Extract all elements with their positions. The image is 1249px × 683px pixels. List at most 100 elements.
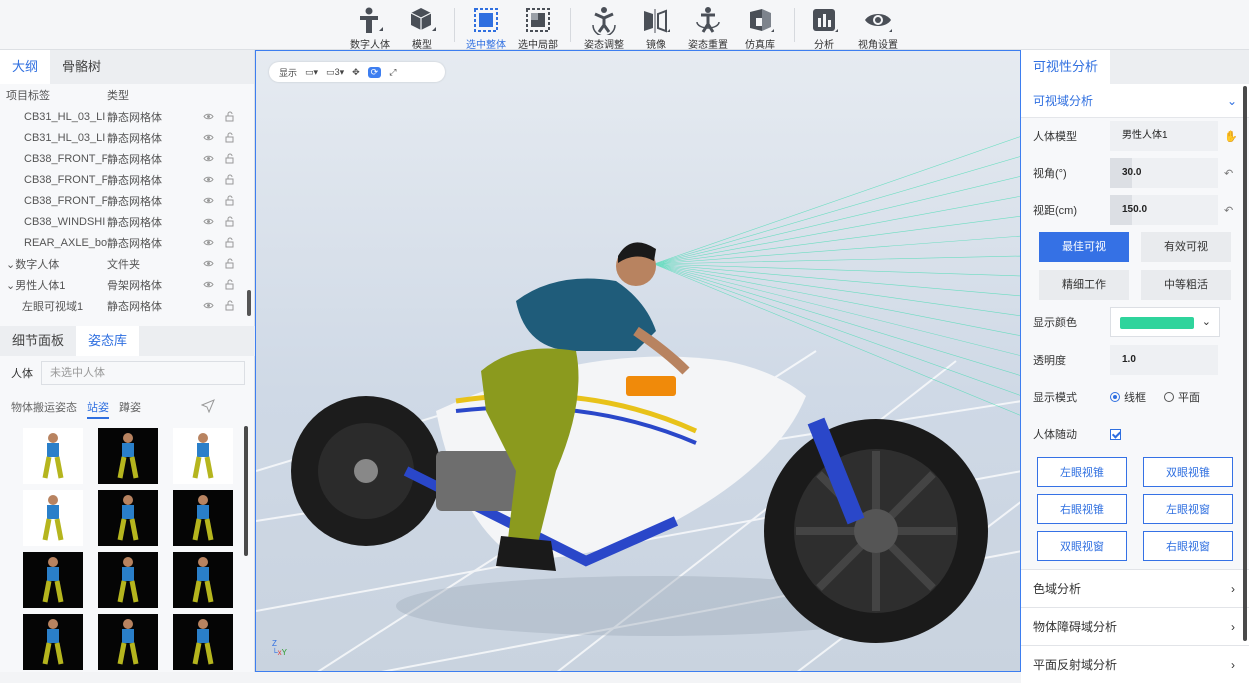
human-select-input[interactable]: 未选中人体 bbox=[41, 361, 245, 385]
pose-thumbnail[interactable] bbox=[23, 614, 83, 670]
unlock-icon[interactable] bbox=[224, 300, 235, 311]
tree-row[interactable]: CB38_WINDSHI 静态网格体 bbox=[0, 211, 254, 232]
radio-dot bbox=[1164, 392, 1174, 402]
unlock-icon[interactable] bbox=[224, 216, 235, 227]
tree-row[interactable]: CB38_FRONT_F 静态网格体 bbox=[0, 148, 254, 169]
section-reflection-analysis[interactable]: 平面反射域分析 › bbox=[1021, 645, 1249, 683]
display-color-picker[interactable]: ⌄ bbox=[1110, 307, 1220, 337]
radio-wireframe[interactable]: 线框 bbox=[1110, 389, 1146, 405]
pose-thumbnail[interactable] bbox=[173, 490, 233, 546]
visibility-eye-icon[interactable] bbox=[203, 237, 214, 248]
tool-view-settings[interactable]: 视角设置 bbox=[849, 2, 907, 51]
right-scrollbar[interactable] bbox=[1243, 86, 1247, 641]
unlock-icon[interactable] bbox=[224, 195, 235, 206]
tool-label: 姿态重置 bbox=[688, 40, 728, 51]
send-icon[interactable] bbox=[201, 399, 215, 413]
tab-pose-library[interactable]: 姿态库 bbox=[76, 326, 140, 356]
human-follow-checkbox[interactable] bbox=[1110, 428, 1121, 440]
effective-visibility-button[interactable]: 有效可视 bbox=[1141, 232, 1231, 262]
fullscreen-icon[interactable]: ⤢ bbox=[389, 67, 396, 78]
section-visual-field[interactable]: 可视域分析 ⌄ bbox=[1021, 84, 1249, 118]
pose-thumbnail[interactable] bbox=[98, 490, 158, 546]
tab-skeleton-tree[interactable]: 骨骼树 bbox=[50, 50, 113, 84]
unlock-icon[interactable] bbox=[224, 279, 235, 290]
pose-thumbnail[interactable] bbox=[23, 428, 83, 484]
both-eye-cone-button[interactable]: 双眼视锥 bbox=[1143, 457, 1233, 487]
unlock-icon[interactable] bbox=[224, 132, 235, 143]
section-color-analysis[interactable]: 色域分析 › bbox=[1021, 569, 1249, 607]
tree-row-name: CB31_HL_03_LI bbox=[24, 131, 106, 144]
reset-icon[interactable]: ↶ bbox=[1224, 204, 1238, 217]
tab-visibility-analysis[interactable]: 可视性分析 bbox=[1021, 50, 1111, 84]
subtab-stand[interactable]: 站姿 bbox=[87, 399, 109, 419]
human-model-select[interactable]: 男性人体1 bbox=[1110, 121, 1218, 151]
unlock-icon[interactable] bbox=[224, 111, 235, 122]
radio-plane[interactable]: 平面 bbox=[1164, 389, 1200, 405]
display-menu[interactable]: 显示 bbox=[279, 66, 297, 79]
visibility-eye-icon[interactable] bbox=[203, 153, 214, 164]
view-distance-slider[interactable]: 150.0 bbox=[1110, 195, 1218, 225]
tab-detail-panel[interactable]: 细节面板 bbox=[0, 326, 76, 356]
tool-pose-adjust[interactable]: 姿态调整 bbox=[575, 2, 633, 51]
pose-thumbnail[interactable] bbox=[23, 490, 83, 546]
tool-model[interactable]: 模型 bbox=[393, 2, 451, 51]
section-obstacle-analysis[interactable]: 物体障碍域分析 › bbox=[1021, 607, 1249, 645]
pose-scrollbar[interactable] bbox=[244, 426, 248, 556]
left-eye-cone-button[interactable]: 左眼视锥 bbox=[1037, 457, 1127, 487]
rotate-icon[interactable]: ⟳ bbox=[367, 66, 382, 78]
visibility-eye-icon[interactable] bbox=[203, 216, 214, 227]
tree-row[interactable]: ⌄男性人体1 骨架网格体 bbox=[0, 274, 254, 295]
visibility-eye-icon[interactable] bbox=[203, 279, 214, 290]
fine-work-button[interactable]: 精细工作 bbox=[1039, 270, 1129, 300]
unlock-icon[interactable] bbox=[224, 258, 235, 269]
pose-thumbnail[interactable] bbox=[23, 552, 83, 608]
tree-row[interactable]: CB38_FRONT_F 静态网格体 bbox=[0, 169, 254, 190]
medium-work-button[interactable]: 中等粗活 bbox=[1141, 270, 1231, 300]
opacity-input[interactable]: 1.0 bbox=[1110, 345, 1218, 375]
view-angle-slider[interactable]: 30.0 bbox=[1110, 158, 1218, 188]
tree-row[interactable]: CB31_HL_03_LI 静态网格体 bbox=[0, 127, 254, 148]
tree-row[interactable]: REAR_AXLE_bo 静态网格体 bbox=[0, 232, 254, 253]
unlock-icon[interactable] bbox=[224, 153, 235, 164]
pose-thumbnail[interactable] bbox=[173, 552, 233, 608]
pose-thumbnail[interactable] bbox=[173, 614, 233, 670]
outline-scrollbar[interactable] bbox=[247, 290, 251, 316]
pose-thumbnail[interactable] bbox=[173, 428, 233, 484]
visibility-eye-icon[interactable] bbox=[203, 195, 214, 206]
tree-row[interactable]: CB31_HL_03_LI 静态网格体 bbox=[0, 106, 254, 127]
subtab-carry[interactable]: 物体搬运姿态 bbox=[11, 399, 77, 419]
pose-thumbnail[interactable] bbox=[98, 428, 158, 484]
best-visibility-button[interactable]: 最佳可视 bbox=[1039, 232, 1129, 262]
visibility-eye-icon[interactable] bbox=[203, 132, 214, 143]
3d-viewport[interactable]: 显示 ▭▾ ▭3▾ ✥ ⟳ ⤢ Z └xY bbox=[255, 50, 1021, 672]
tree-row[interactable]: 左眼可视域1 静态网格体 bbox=[0, 295, 254, 316]
hand-icon[interactable]: ✋ bbox=[1224, 130, 1238, 143]
tool-select-part[interactable]: 选中局部 bbox=[509, 2, 567, 51]
visibility-eye-icon[interactable] bbox=[203, 174, 214, 185]
tab-outline[interactable]: 大纲 bbox=[0, 50, 51, 84]
camera-speed-button[interactable]: ▭3▾ bbox=[326, 67, 344, 78]
visibility-eye-icon[interactable] bbox=[203, 258, 214, 269]
tree-row[interactable]: ⌄数字人体 文件夹 bbox=[0, 253, 254, 274]
tool-analysis[interactable]: 分析 bbox=[795, 2, 853, 51]
reset-icon[interactable]: ↶ bbox=[1224, 167, 1238, 180]
tool-pose-reset[interactable]: 姿态重置 bbox=[679, 2, 737, 51]
pose-thumbnail[interactable] bbox=[98, 552, 158, 608]
right-eye-cone-button[interactable]: 右眼视锥 bbox=[1037, 494, 1127, 524]
subtab-squat[interactable]: 蹲姿 bbox=[119, 399, 141, 419]
visibility-eye-icon[interactable] bbox=[203, 111, 214, 122]
right-eye-window-button[interactable]: 右眼视窗 bbox=[1143, 531, 1233, 561]
unlock-icon[interactable] bbox=[224, 237, 235, 248]
tool-mirror[interactable]: 镜像 bbox=[627, 2, 685, 51]
tool-digital-human[interactable]: 数字人体 bbox=[341, 2, 399, 51]
both-eye-window-button[interactable]: 双眼视窗 bbox=[1037, 531, 1127, 561]
visibility-eye-icon[interactable] bbox=[203, 300, 214, 311]
pose-thumbnail[interactable] bbox=[98, 614, 158, 670]
tool-select-all[interactable]: 选中整体 bbox=[457, 2, 515, 51]
camera-icon[interactable]: ▭▾ bbox=[305, 67, 318, 78]
tool-sim-library[interactable]: 仿真库 bbox=[731, 2, 789, 51]
left-eye-window-button[interactable]: 左眼视窗 bbox=[1143, 494, 1233, 524]
unlock-icon[interactable] bbox=[224, 174, 235, 185]
move-icon[interactable]: ✥ bbox=[352, 67, 360, 78]
tree-row[interactable]: CB38_FRONT_F 静态网格体 bbox=[0, 190, 254, 211]
